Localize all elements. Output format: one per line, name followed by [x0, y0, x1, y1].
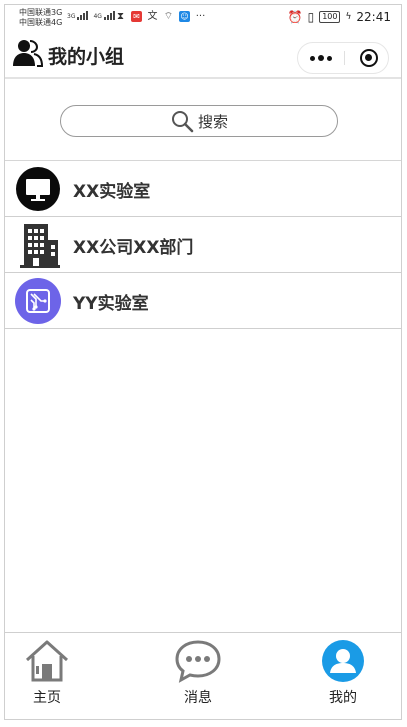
vibrate-icon: ▯ [307, 10, 315, 24]
signal-bars-icon: 4G [93, 11, 115, 20]
tab-home[interactable]: 主页 [7, 639, 87, 709]
group-name: XX实验室 [73, 182, 151, 202]
group-list: XX实验室 XX公司XX部门 YY实验室 [5, 161, 401, 329]
nfc-icon: ⌔ [163, 11, 174, 22]
more-button[interactable] [298, 43, 344, 73]
carrier-2: 中国联通4G [19, 18, 63, 27]
building-icon [20, 224, 60, 268]
search-input[interactable]: 搜索 [60, 105, 338, 137]
clock: 22:41 [356, 10, 391, 24]
carrier-labels: 中国联通3G 中国联通4G [19, 8, 62, 28]
group-name: YY实验室 [73, 294, 149, 314]
mini-program-capsule [297, 42, 389, 74]
close-button[interactable] [360, 49, 378, 67]
app-frame: 中国联通3G 中国联通4G 3G 4G ⧗ ✉ 文 ⌔ ☺ ··· ⏰ ▯ 10… [4, 4, 402, 720]
list-item[interactable]: YY实验室 [5, 273, 401, 329]
nav-bar: 我的小组 [5, 33, 401, 79]
search-area: 搜索 [5, 81, 401, 161]
status-right: ⏰ ▯ 100 ϟ 22:41 [288, 10, 391, 24]
home-icon [25, 640, 69, 682]
list-item[interactable]: XX公司XX部门 [5, 217, 401, 273]
carrier-1: 中国联通3G [19, 8, 63, 17]
translate-icon: 文 [147, 11, 158, 22]
group-name: XX公司XX部门 [73, 238, 194, 258]
charging-icon: ϟ [345, 12, 352, 22]
battery-icon: 100 [319, 11, 341, 23]
users-icon [13, 40, 43, 67]
page-title: 我的小组 [48, 46, 125, 68]
capsule-divider [344, 51, 345, 65]
overflow-dots: ··· [195, 11, 206, 22]
status-bar: 中国联通3G 中国联通4G 3G 4G ⧗ ✉ 文 ⌔ ☺ ··· ⏰ ▯ 10… [5, 5, 401, 33]
tab-label: 主页 [33, 690, 61, 706]
tab-bar: 主页 消息 我的 [5, 632, 401, 719]
circuit-icon [15, 278, 61, 324]
search-icon [171, 111, 194, 133]
app-red-icon: ✉ [131, 11, 142, 22]
search-placeholder: 搜索 [197, 112, 228, 131]
chat-bubble-icon [175, 640, 221, 683]
signal-bars-icon: 3G [67, 11, 89, 20]
monitor-icon [16, 167, 60, 211]
tab-label: 消息 [184, 690, 212, 706]
app-blue-icon: ☺ [179, 11, 190, 22]
alarm-icon: ⏰ [287, 10, 303, 24]
notification-icons: ⧗ ✉ 文 ⌔ ☺ ··· [115, 11, 206, 22]
signal-indicators: 3G 4G [67, 11, 115, 20]
tab-messages[interactable]: 消息 [158, 639, 238, 709]
user-avatar-icon [322, 640, 364, 682]
hourglass-icon: ⧗ [116, 11, 125, 22]
list-item[interactable]: XX实验室 [5, 161, 401, 217]
tab-me[interactable]: 我的 [303, 639, 383, 709]
tab-label: 我的 [329, 690, 357, 706]
